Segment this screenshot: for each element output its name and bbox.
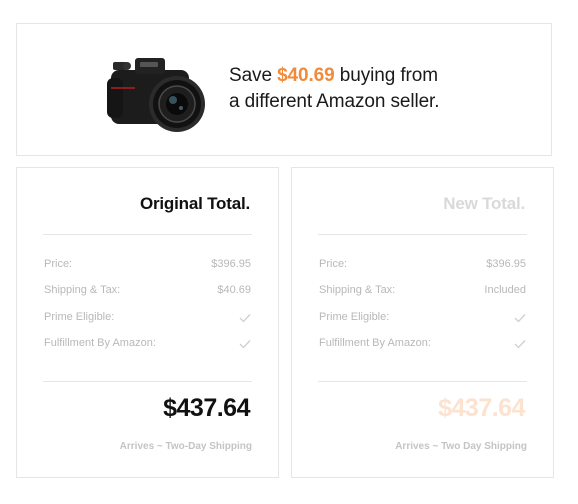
original-total-amount: $437.64 (163, 394, 250, 422)
prime-row: Prime Eligible: (319, 311, 526, 327)
savings-line-2: a different Amazon seller. (229, 91, 440, 112)
fulfillment-label: Fulfillment By Amazon: (319, 337, 431, 349)
divider (43, 234, 252, 235)
new-total-amount: $437.64 (438, 394, 525, 422)
fulfillment-row: Fulfillment By Amazon: (319, 337, 526, 353)
fulfillment-label: Fulfillment By Amazon: (44, 337, 156, 349)
check-icon (239, 314, 251, 323)
savings-banner: Save $40.69 buying from a different Amaz… (16, 23, 552, 156)
savings-suffix: buying from (334, 65, 438, 86)
savings-amount: $40.69 (277, 65, 335, 86)
price-row: Price: $396.95 (319, 258, 526, 274)
original-total-card: Original Total. Price: $396.95 Shipping … (16, 167, 279, 478)
shipping-row: Shipping & Tax: Included (319, 284, 526, 300)
savings-prefix: Save (229, 65, 278, 86)
savings-message: Save $40.69 buying from a different Amaz… (229, 63, 440, 115)
price-value: $396.95 (486, 258, 526, 270)
price-row: Price: $396.95 (44, 258, 251, 274)
price-value: $396.95 (211, 258, 251, 270)
new-total-title: New Total. (443, 194, 525, 213)
divider (43, 381, 252, 382)
divider (318, 381, 527, 382)
check-icon (239, 340, 251, 349)
camera-icon (107, 58, 205, 132)
price-label: Price: (44, 258, 73, 270)
shipping-value: $40.69 (217, 284, 251, 296)
prime-label: Prime Eligible: (319, 311, 390, 323)
original-arrival-text: Arrives ~ Two-Day Shipping (119, 441, 252, 452)
new-arrival-text: Arrives ~ Two Day Shipping (395, 441, 527, 452)
shipping-value: Included (484, 284, 526, 296)
fulfillment-row: Fulfillment By Amazon: (44, 337, 251, 353)
divider (318, 234, 527, 235)
shipping-label: Shipping & Tax: (44, 284, 121, 296)
shipping-row: Shipping & Tax: $40.69 (44, 284, 251, 300)
prime-label: Prime Eligible: (44, 311, 115, 323)
new-total-card: New Total. Price: $396.95 Shipping & Tax… (291, 167, 554, 478)
prime-row: Prime Eligible: (44, 311, 251, 327)
check-icon (514, 340, 526, 349)
savings-line-1: Save $40.69 buying from (229, 63, 439, 89)
original-total-title: Original Total. (139, 194, 250, 213)
price-label: Price: (319, 258, 348, 270)
shipping-label: Shipping & Tax: (319, 284, 396, 296)
check-icon (514, 314, 526, 323)
